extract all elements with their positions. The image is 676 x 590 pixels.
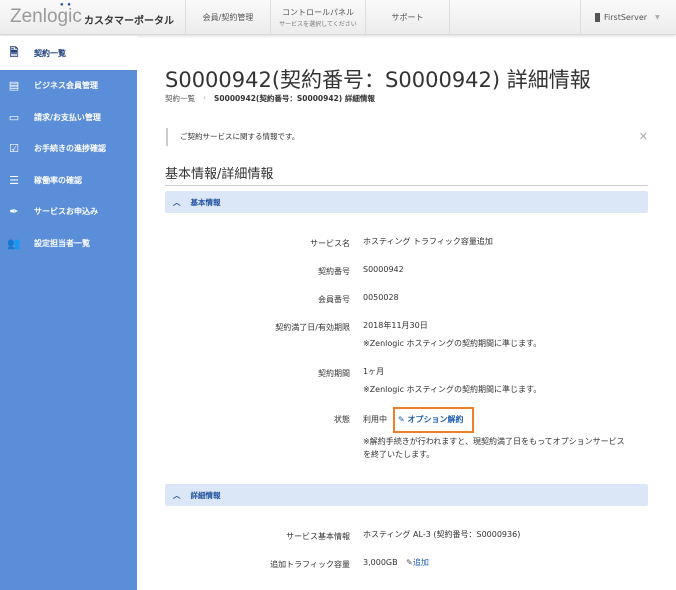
close-icon[interactable]: ✕ — [639, 128, 648, 146]
building-icon — [595, 12, 600, 22]
expiry-date: 2018年11月30日 — [363, 321, 428, 330]
breadcrumb-contracts[interactable]: 契約一覧 — [165, 93, 195, 104]
notice-text: ご契約サービスに関する情報です。 — [180, 132, 300, 141]
period-value: 1ヶ月 — [363, 367, 385, 376]
portal-name: カスタマーポータル — [84, 16, 174, 27]
add-label: 追加 — [412, 558, 429, 567]
field-label: 契約満了日/有効期限 — [275, 323, 350, 332]
sidebar-item-label: 契約一覧 — [34, 48, 66, 58]
field-label: サービス名 — [310, 239, 350, 248]
sidebar-item-label: ビジネス会員管理 — [34, 81, 98, 91]
sidebar-item-contracts[interactable]: 🗎 契約一覧 — [0, 36, 137, 70]
field-value: S0000942 — [363, 265, 404, 274]
option-cancel-button[interactable]: ✎ オプション解約 — [393, 407, 474, 433]
period-note: ※Zenlogic ホスティングの契約期間に準じます。 — [363, 385, 542, 394]
field-label: 契約番号 — [318, 267, 350, 276]
edit-icon: ✎ — [398, 415, 405, 424]
sidebar-item-uptime[interactable]: ☰ 稼働率の確認 — [0, 165, 137, 197]
expiry-note: ※Zenlogic ホスティングの契約期間に準じます。 — [363, 339, 542, 348]
base-service-link[interactable]: ホスティング AL-3 (契約番号：S0000936) — [363, 526, 520, 544]
field-label: 契約期間 — [318, 369, 350, 378]
status-note-cont: を終了いたします。 — [363, 450, 435, 459]
nav-label: 会員/契約管理 — [202, 12, 254, 22]
field-label: 状態 — [334, 415, 350, 424]
top-header: ● ● Zenlogic カスタマーポータル 会員/契約管理 コントロールパネルサ… — [0, 0, 676, 35]
info-notice: ご契約サービスに関する情報です。 ✕ — [166, 128, 648, 146]
traffic-value: 3,000GB — [363, 558, 398, 567]
field-value: 利用中 ✎ オプション解約 ※解約手続きが行われますと、現契約満了日をもってオプショ… — [363, 407, 625, 469]
basic-info-panel-header[interactable]: ︿ 基本情報 — [165, 191, 648, 213]
detail-info-panel-header[interactable]: ︿ 詳細情報 — [165, 484, 648, 506]
sidebar-item-label: 稼働率の確認 — [34, 175, 82, 185]
status-value: 利用中 — [363, 415, 387, 424]
page-title: S0000942(契約番号：S0000942) 詳細情報 — [165, 68, 591, 92]
sidebar-item-label: サービスお申込み — [34, 207, 98, 217]
chevron-right-icon: › — [203, 93, 206, 102]
pen-icon: ✒ — [9, 205, 19, 219]
document-icon: 🗎 — [9, 45, 19, 59]
breadcrumb: 契約一覧 › S0000942(契約番号：S0000942) 詳細情報 — [165, 93, 375, 104]
panel-title: 詳細情報 — [190, 490, 221, 500]
sidebar-item-label: お手続きの進捗確認 — [34, 144, 106, 154]
sidebar-item-label: 設定担当者一覧 — [34, 238, 90, 248]
panel-title: 基本情報 — [190, 197, 221, 207]
sidebar: 🗎 契約一覧 ▤ ビジネス会員管理 ▭ 請求/お支払い管理 ☑ お手続きの進捗確認 ☰ 稼… — [0, 36, 137, 590]
field-value: ホスティング トラフィック容量追加 — [363, 237, 493, 246]
nav-support[interactable]: サポート — [365, 0, 450, 34]
logo-text: Zenlogic — [10, 6, 82, 27]
nav-label: コントロールパネル — [282, 7, 354, 17]
sidebar-item-apply[interactable]: ✒ サービスお申込み — [0, 196, 137, 228]
field-value: 1ヶ月 ※Zenlogic ホスティングの契約期間に準じます。 — [363, 363, 541, 399]
users-icon: 👥 — [7, 236, 21, 250]
nav-member-contract[interactable]: 会員/契約管理 — [185, 0, 270, 34]
caret-down-icon: ▼ — [655, 13, 660, 21]
billing-icon: ▭ — [8, 110, 20, 124]
nav-control-panel[interactable]: コントロールパネル サービスを選択してください — [270, 0, 365, 34]
breadcrumb-current: S0000942(契約番号：S0000942) 詳細情報 — [214, 94, 375, 103]
id-card-icon: ▤ — [8, 79, 20, 93]
field-label: 追加トラフィック容量 — [270, 560, 350, 569]
user-menu[interactable]: FirstServer ▼ — [580, 0, 676, 34]
field-label: サービス基本情報 — [286, 532, 350, 541]
sidebar-item-label: 請求/お支払い管理 — [34, 112, 101, 122]
field-label: 会員番号 — [318, 295, 350, 304]
field-value: 0050028 — [363, 293, 399, 302]
sidebar-item-contacts[interactable]: 👥 設定担当者一覧 — [0, 228, 137, 260]
add-traffic-button[interactable]: ✎追加 — [406, 558, 429, 567]
chevron-up-icon: ︿ — [173, 197, 181, 207]
field-value: 2018年11月30日 ※Zenlogic ホスティングの契約期間に準じます。 — [363, 317, 541, 353]
nav-sublabel: サービスを選択してください — [279, 20, 357, 28]
nav-label: サポート — [391, 12, 424, 22]
section-heading: 基本情報/詳細情報 — [165, 163, 648, 186]
edit-icon: ✎ — [406, 558, 413, 567]
field-value: 3,000GB ✎追加 — [363, 554, 429, 572]
user-name: FirstServer — [604, 12, 648, 22]
status-note: ※解約手続きが行われますと、現契約満了日をもってオプションサービス — [363, 437, 625, 446]
option-cancel-label: オプション解約 — [407, 415, 464, 424]
sidebar-item-business-members[interactable]: ▤ ビジネス会員管理 — [0, 70, 137, 102]
server-icon: ☰ — [9, 173, 19, 187]
logo[interactable]: ● ● Zenlogic — [10, 2, 82, 28]
chevron-up-icon: ︿ — [173, 490, 181, 500]
checkbox-icon: ☑ — [9, 142, 19, 156]
sidebar-item-billing[interactable]: ▭ 請求/お支払い管理 — [0, 102, 137, 134]
sidebar-item-progress[interactable]: ☑ お手続きの進捗確認 — [0, 133, 137, 165]
